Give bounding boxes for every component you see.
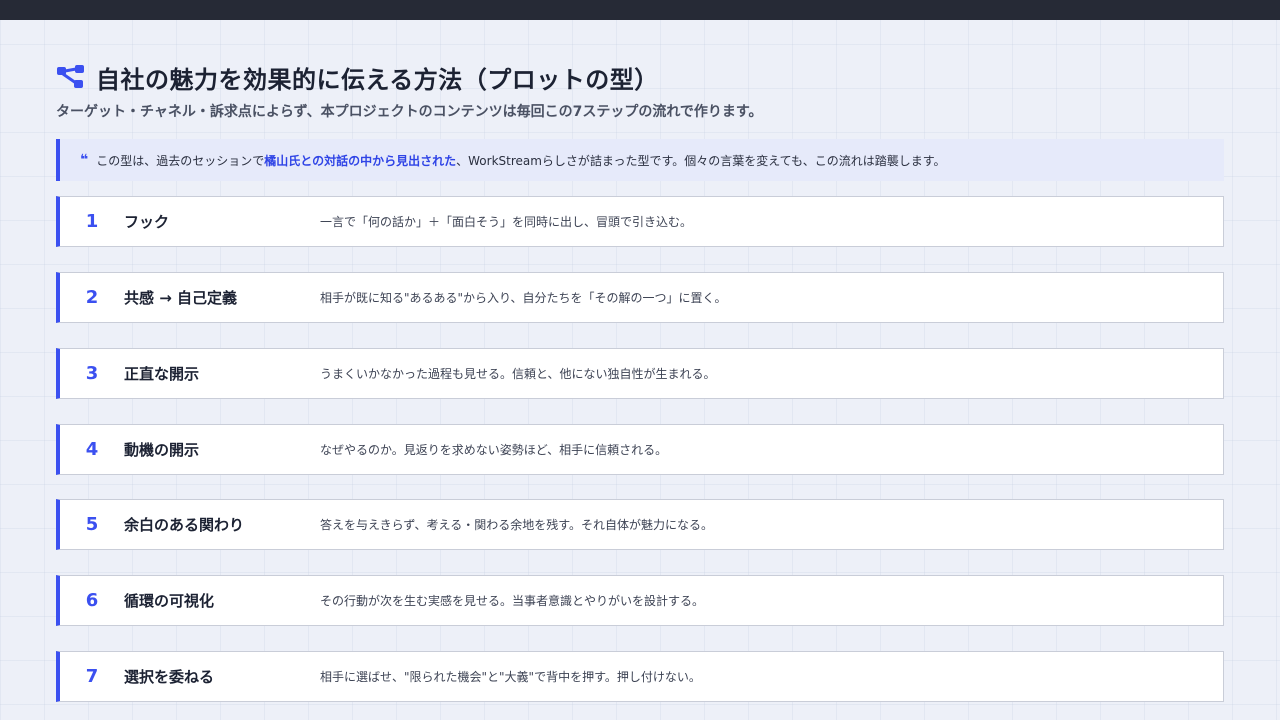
step-description: 答えを与えきらず、考える・関わる余地を残す。それ自体が魅力になる。 <box>320 518 714 532</box>
flow-nodes-icon <box>57 65 84 88</box>
step-title: 余白のある関わり <box>124 516 245 534</box>
step-title: 動機の開示 <box>124 441 200 459</box>
step-card: 6 循環の可視化 その行動が次を生む実感を見せる。当事者意識とやりがいを設計する… <box>56 575 1224 626</box>
step-number: 1 <box>85 211 99 232</box>
step-title: フック <box>124 213 170 231</box>
step-description: 相手に選ばせ、"限られた機会"と"大義"で背中を押す。押し付けない。 <box>320 670 701 684</box>
quote-callout: ❝ この型は、過去のセッションで 橘山氏との対話の中から見出された 、WorkStr… <box>56 139 1224 181</box>
step-description: その行動が次を生む実感を見せる。当事者意識とやりがいを設計する。 <box>320 594 705 608</box>
step-number: 7 <box>85 666 99 687</box>
step-description: うまくいかなかった過程も見せる。信頼と、他にない独自性が生まれる。 <box>320 367 716 381</box>
step-description: 相手が既に知る"あるある"から入り、自分たちを「その解の一つ」に置く。 <box>320 291 727 305</box>
top-bar <box>0 0 1280 20</box>
quote-icon: ❝ <box>80 152 89 168</box>
step-card: 2 共感 → 自己定義 相手が既に知る"あるある"から入り、自分たちを「その解の… <box>56 272 1224 323</box>
step-number: 3 <box>85 363 99 384</box>
step-number: 2 <box>85 287 99 308</box>
title-row: 自社の魅力を効果的に伝える方法（プロットの型） <box>56 60 659 94</box>
page-title: 自社の魅力を効果的に伝える方法（プロットの型） <box>96 65 659 94</box>
step-number: 5 <box>85 514 99 535</box>
step-title: 選択を委ねる <box>124 668 215 686</box>
step-card: 7 選択を委ねる 相手に選ばせ、"限られた機会"と"大義"で背中を押す。押し付け… <box>56 651 1224 702</box>
step-card: 1 フック 一言で「何の話か」＋「面白そう」を同時に出し、冒頭で引き込む。 <box>56 196 1224 247</box>
step-card: 3 正直な開示 うまくいかなかった過程も見せる。信頼と、他にない独自性が生まれる… <box>56 348 1224 399</box>
step-title: 共感 → 自己定義 <box>124 289 238 307</box>
quote-text-after: 、WorkStreamらしさが詰まった型です。個々の言葉を変えても、この流れは踏… <box>456 153 946 168</box>
step-title: 正直な開示 <box>124 365 200 383</box>
step-title: 循環の可視化 <box>124 592 215 610</box>
step-card: 5 余白のある関わり 答えを与えきらず、考える・関わる余地を残す。それ自体が魅力… <box>56 499 1224 550</box>
page-subtitle: ターゲット・チャネル・訴求点によらず、本プロジェクトのコンテンツは毎回この7ステ… <box>56 104 763 120</box>
quote-highlight: 橘山氏との対話の中から見出された <box>264 153 457 168</box>
step-description: なぜやるのか。見返りを求めない姿勢ほど、相手に信頼される。 <box>320 443 668 457</box>
step-number: 4 <box>85 439 99 460</box>
step-card: 4 動機の開示 なぜやるのか。見返りを求めない姿勢ほど、相手に信頼される。 <box>56 424 1224 475</box>
step-number: 6 <box>85 590 99 611</box>
quote-text-before: この型は、過去のセッションで <box>96 153 265 168</box>
step-description: 一言で「何の話か」＋「面白そう」を同時に出し、冒頭で引き込む。 <box>320 215 693 229</box>
